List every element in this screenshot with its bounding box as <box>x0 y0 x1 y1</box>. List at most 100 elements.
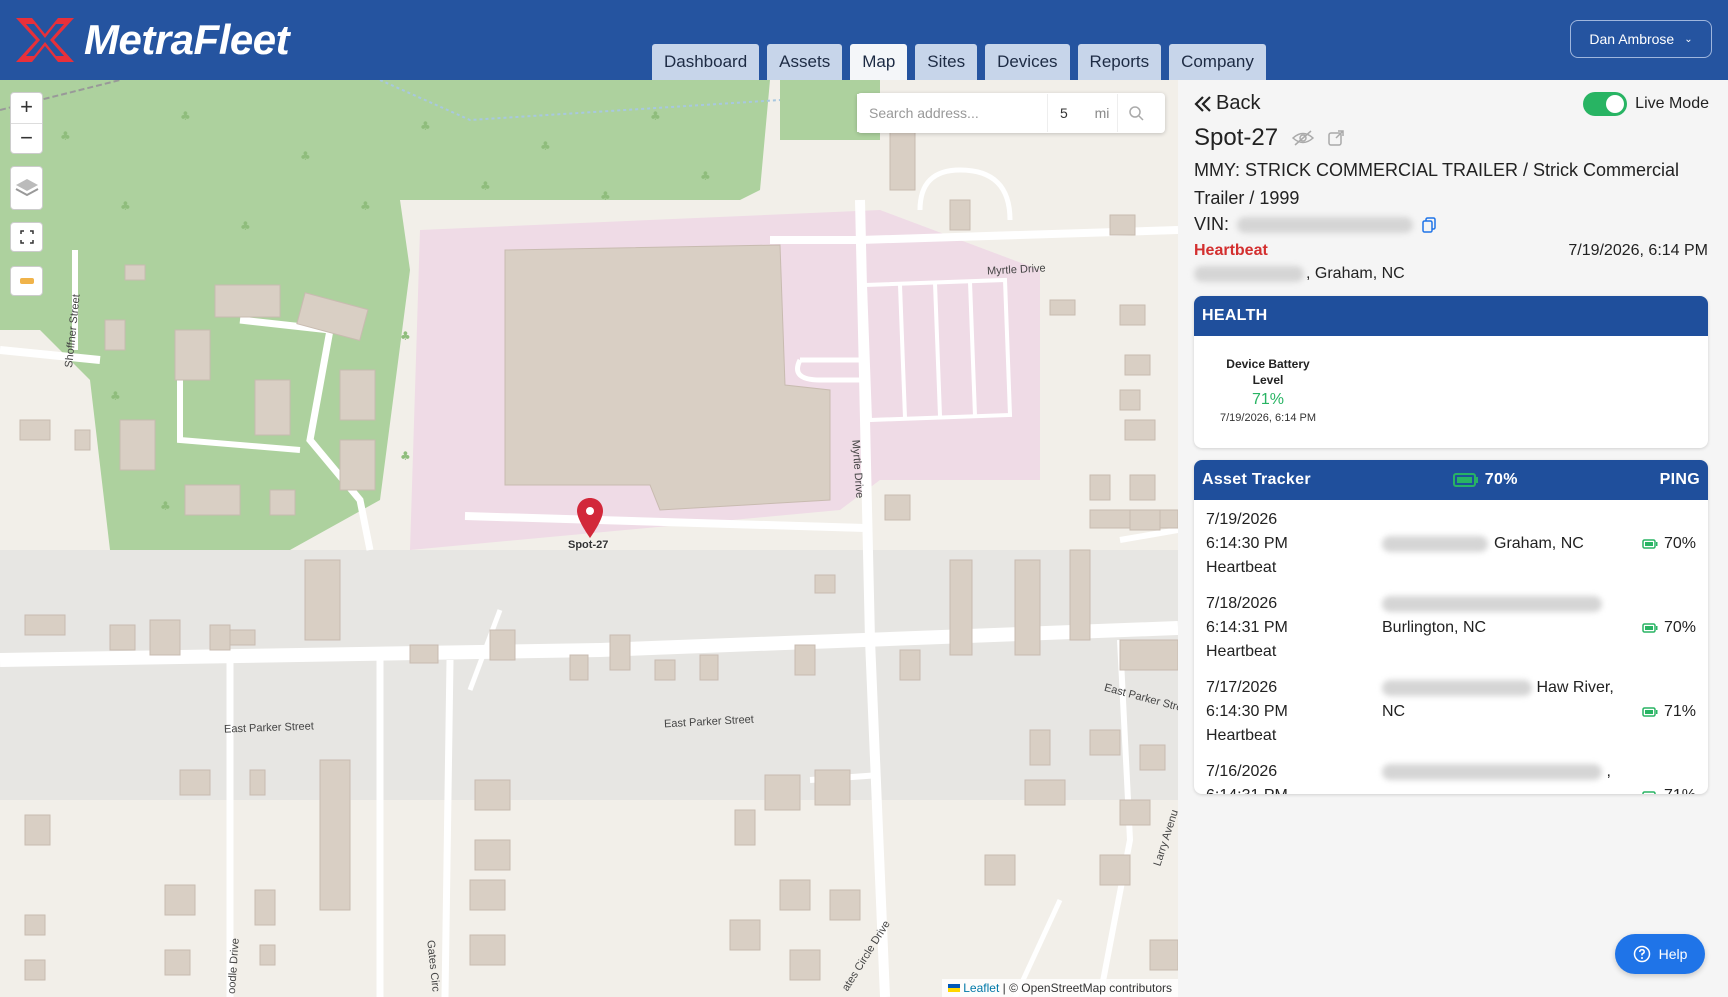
help-button[interactable]: Help <box>1615 934 1705 974</box>
event-battery: 70% <box>1642 532 1696 556</box>
zoom-out-button[interactable]: − <box>11 123 42 153</box>
event-time: 6:14:31 PM <box>1206 784 1288 794</box>
map-view[interactable]: ♣♣♣♣ ♣♣♣♣ ♣♣♣♣ ♣♣♣♣ + − 5 mi Myrtle Driv… <box>0 80 1178 997</box>
layers-button[interactable] <box>10 166 43 210</box>
health-item-label: Device Battery Level <box>1226 357 1310 387</box>
radius-input[interactable]: 5 <box>1047 94 1087 132</box>
back-button[interactable]: Back <box>1194 92 1260 115</box>
svg-text:♣: ♣ <box>400 449 411 463</box>
svg-text:♣: ♣ <box>540 139 551 153</box>
search-address-input[interactable] <box>857 94 1047 132</box>
eye-off-icon <box>1292 130 1315 146</box>
fullscreen-button[interactable] <box>10 222 43 252</box>
svg-text:♣: ♣ <box>300 149 311 163</box>
brand-logo[interactable]: MetraFleet <box>12 10 290 70</box>
event-datetime: 7/19/2026 6:14:30 PM Heartbeat <box>1206 508 1288 580</box>
asset-tracker-card: Asset Tracker 70% PING 7/19/2026 6:14:30… <box>1194 460 1708 794</box>
search-icon <box>1128 106 1144 121</box>
event-date: 7/18/2026 <box>1206 595 1278 612</box>
nav-tab-company[interactable]: Company <box>1169 44 1266 80</box>
event-city: Graham, NC <box>1494 535 1584 552</box>
leaflet-link[interactable]: Leaflet <box>963 981 999 995</box>
nav-tab-reports[interactable]: Reports <box>1077 44 1162 80</box>
event-datetime: 7/18/2026 6:14:31 PM Heartbeat <box>1206 592 1288 664</box>
svg-text:♣: ♣ <box>180 109 191 123</box>
svg-text:♣: ♣ <box>240 219 251 233</box>
asset-marker[interactable] <box>576 498 604 538</box>
svg-text:♣: ♣ <box>110 389 121 403</box>
event-date: 7/16/2026 <box>1206 763 1278 780</box>
event-battery: 71% <box>1642 700 1696 724</box>
address-redacted <box>1382 763 1602 780</box>
fullscreen-icon <box>19 230 34 244</box>
back-label: Back <box>1216 92 1261 114</box>
vin-label: VIN: <box>1194 214 1230 234</box>
event-battery: 70% <box>1642 616 1696 640</box>
nav-tab-map[interactable]: Map <box>850 44 908 80</box>
search-button[interactable] <box>1117 94 1153 132</box>
health-item-value: 71% <box>1251 391 1285 408</box>
battery-icon <box>1642 539 1658 549</box>
event-type: Heartbeat <box>1206 559 1277 576</box>
map-pin-icon <box>577 498 603 538</box>
measure-button[interactable] <box>10 266 43 296</box>
layers-icon <box>15 179 38 197</box>
tracker-event-row: 7/17/2026 6:14:30 PM Heartbeat Haw River… <box>1194 676 1708 760</box>
asset-name: Spot-27 <box>1194 124 1279 151</box>
map-attribution: Leaflet | © OpenStreetMap contributors <box>941 979 1178 997</box>
nav-tab-assets[interactable]: Assets <box>767 44 843 80</box>
live-mode-label: Live Mode <box>1635 95 1709 112</box>
hide-asset-button[interactable] <box>1292 129 1315 147</box>
svg-text:♣: ♣ <box>120 199 131 213</box>
live-mode-toggle[interactable] <box>1583 92 1628 116</box>
event-location: Graham, NC <box>1382 532 1622 556</box>
external-link-icon <box>1328 130 1344 146</box>
tracker-event-row: 7/19/2026 6:14:30 PM Heartbeat Graham, N… <box>1194 508 1708 592</box>
ping-button[interactable]: PING <box>1660 471 1700 489</box>
open-external-button[interactable] <box>1328 130 1344 146</box>
zoom-in-button[interactable]: + <box>11 93 42 123</box>
asset-detail-panel: Back Live Mode Spot-27 MMY: STRICK COMME… <box>1178 80 1728 997</box>
chevron-down-icon: ⌄ <box>1684 33 1693 45</box>
event-location: , <box>1382 760 1622 784</box>
double-chevron-left-icon <box>1194 95 1211 112</box>
nav-tab-devices[interactable]: Devices <box>985 44 1070 80</box>
tracker-header: Asset Tracker 70% PING <box>1194 460 1708 500</box>
event-time: 6:14:31 PM <box>1206 619 1288 636</box>
copy-vin-button[interactable] <box>1421 216 1437 233</box>
tracker-events-list[interactable]: 7/19/2026 6:14:30 PM Heartbeat Graham, N… <box>1194 500 1708 794</box>
health-item-timestamp: 7/19/2026, 6:14 PM <box>1219 412 1316 424</box>
event-time: 6:14:30 PM <box>1206 703 1288 720</box>
svg-text:♣: ♣ <box>700 169 711 183</box>
health-header: HEALTH <box>1194 296 1708 336</box>
battery-icon <box>1452 473 1478 487</box>
help-icon <box>1633 945 1650 963</box>
svg-text:♣: ♣ <box>420 119 431 133</box>
copy-icon <box>1422 216 1436 233</box>
svg-text:♣: ♣ <box>60 129 71 143</box>
nav-tab-sites[interactable]: Sites <box>915 44 978 80</box>
ruler-icon <box>19 278 34 284</box>
event-city: , <box>1606 763 1611 780</box>
last-event-time: 7/19/2026, 6:14 PM <box>1568 242 1708 259</box>
zoom-control: + − <box>10 92 43 154</box>
address-redacted <box>1382 679 1532 696</box>
event-datetime: 7/16/2026 6:14:31 PM Heartbeat <box>1206 760 1288 794</box>
health-card: HEALTH Device Battery Level 71% 7/19/202… <box>1194 296 1708 448</box>
help-label: Help <box>1658 946 1688 962</box>
event-battery-value: 71% <box>1663 703 1696 720</box>
nav-tab-dashboard[interactable]: Dashboard <box>652 44 760 80</box>
user-menu-button[interactable]: Dan Ambrose ⌄ <box>1570 20 1712 58</box>
radius-unit: mi <box>1094 105 1110 121</box>
address-search: 5 mi <box>857 93 1165 133</box>
ukraine-flag-icon <box>947 984 960 992</box>
svg-text:♣: ♣ <box>600 189 611 203</box>
live-mode-control: Live Mode <box>1583 92 1709 116</box>
last-event-type: Heartbeat <box>1194 242 1268 259</box>
event-location: Haw River, NC <box>1382 676 1622 724</box>
tracker-battery: 70% <box>1452 471 1518 489</box>
tracker-title: Asset Tracker <box>1202 471 1311 488</box>
battery-icon <box>1642 791 1656 794</box>
metrafleet-logo-icon <box>16 18 74 62</box>
address-redacted <box>1382 596 1602 612</box>
